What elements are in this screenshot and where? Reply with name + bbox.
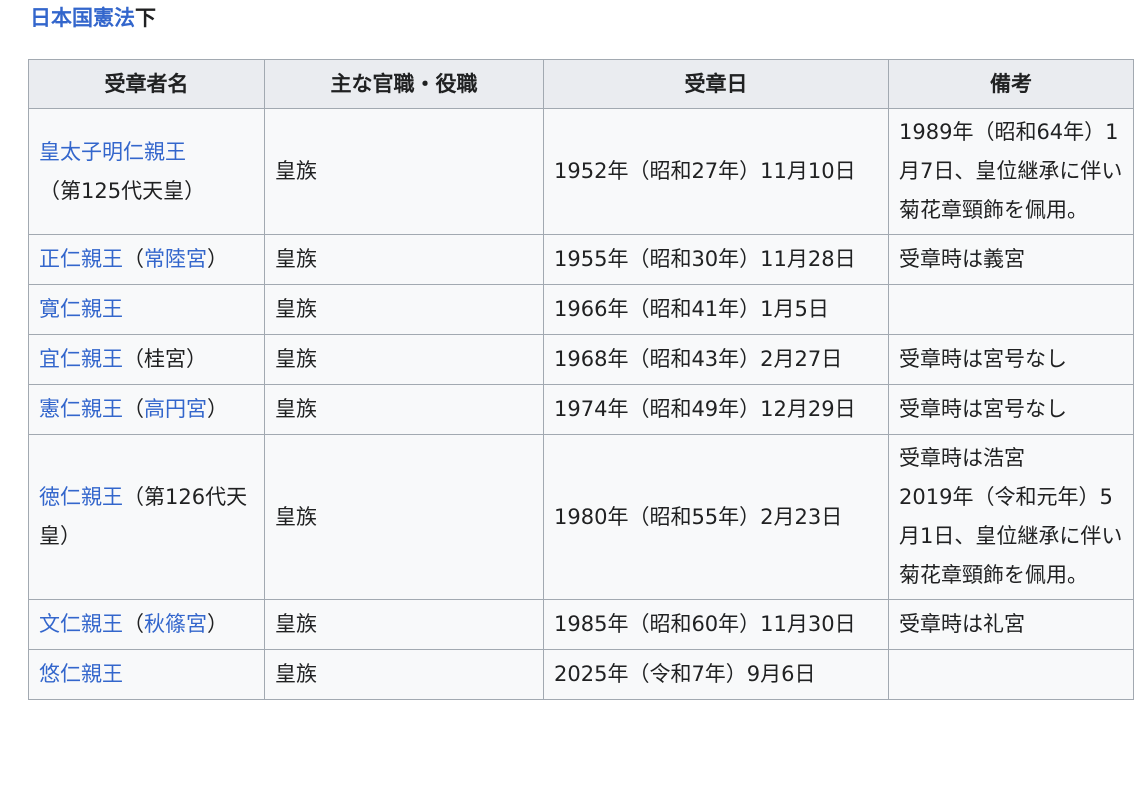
recipient-link[interactable]: 徳仁親王 — [39, 485, 123, 509]
recipients-table: 受章者名 主な官職・役職 受章日 備考 皇太子明仁親王 （第125代天皇） 皇族… — [28, 59, 1134, 700]
header-recipient: 受章者名 — [28, 59, 265, 109]
house-link[interactable]: 秋篠宮 — [144, 612, 207, 636]
recipient-link[interactable]: 憲仁親王 — [39, 397, 123, 421]
recipient-link[interactable]: 正仁親王 — [39, 247, 123, 271]
cell-role: 皇族 — [264, 599, 544, 650]
table-row: 皇太子明仁親王 （第125代天皇） 皇族 1952年（昭和27年）11月10日 … — [28, 108, 1134, 235]
cell-role: 皇族 — [264, 649, 544, 700]
name-paren: （ — [123, 612, 144, 636]
recipient-link[interactable]: 皇太子明仁親王 — [39, 140, 186, 164]
name-paren: ） — [207, 247, 228, 271]
cell-name: 文仁親王（秋篠宮） — [28, 599, 265, 650]
cell-date: 1985年（昭和60年）11月30日 — [543, 599, 889, 650]
cell-role: 皇族 — [264, 234, 544, 285]
cell-note: 1989年（昭和64年）1月7日、皇位継承に伴い菊花章頸飾を佩用。 — [888, 108, 1134, 235]
cell-role: 皇族 — [264, 108, 544, 235]
cell-name: 皇太子明仁親王 （第125代天皇） — [28, 108, 265, 235]
cell-name: 悠仁親王 — [28, 649, 265, 700]
table-row: 宜仁親王（桂宮） 皇族 1968年（昭和43年）2月27日 受章時は宮号なし — [28, 334, 1134, 385]
name-suffix: （桂宮） — [123, 347, 207, 371]
cell-note: 受章時は浩宮 2019年（令和元年）5月1日、皇位継承に伴い菊花章頸飾を佩用。 — [888, 434, 1134, 600]
cell-role: 皇族 — [264, 434, 544, 600]
heading-suffix: 下 — [135, 6, 156, 30]
recipient-link[interactable]: 悠仁親王 — [39, 662, 123, 686]
table-header-row: 受章者名 主な官職・役職 受章日 備考 — [28, 59, 1134, 109]
note-line: 受章時は浩宮 — [899, 446, 1025, 470]
constitution-link[interactable]: 日本国憲法 — [30, 6, 135, 30]
name-paren: （ — [123, 397, 144, 421]
recipient-link[interactable]: 文仁親王 — [39, 612, 123, 636]
cell-role: 皇族 — [264, 384, 544, 435]
table-row: 文仁親王（秋篠宮） 皇族 1985年（昭和60年）11月30日 受章時は礼宮 — [28, 599, 1134, 650]
table-row: 悠仁親王 皇族 2025年（令和7年）9月6日 — [28, 649, 1134, 700]
cell-note: 受章時は義宮 — [888, 234, 1134, 285]
cell-date: 1968年（昭和43年）2月27日 — [543, 334, 889, 385]
cell-date: 1955年（昭和30年）11月28日 — [543, 234, 889, 285]
cell-note: 受章時は宮号なし — [888, 334, 1134, 385]
house-link[interactable]: 常陸宮 — [144, 247, 207, 271]
header-date: 受章日 — [543, 59, 889, 109]
cell-name: 徳仁親王（第126代天皇） — [28, 434, 265, 600]
header-remarks: 備考 — [888, 59, 1134, 109]
cell-name: 寛仁親王 — [28, 284, 265, 335]
recipient-link[interactable]: 宜仁親王 — [39, 347, 123, 371]
cell-note: 受章時は宮号なし — [888, 384, 1134, 435]
name-paren: ） — [207, 397, 228, 421]
table-row: 正仁親王（常陸宮） 皇族 1955年（昭和30年）11月28日 受章時は義宮 — [28, 234, 1134, 285]
cell-name: 正仁親王（常陸宮） — [28, 234, 265, 285]
cell-role: 皇族 — [264, 284, 544, 335]
cell-date: 2025年（令和7年）9月6日 — [543, 649, 889, 700]
cell-date: 1952年（昭和27年）11月10日 — [543, 108, 889, 235]
cell-note — [888, 284, 1134, 335]
name-paren: ） — [207, 612, 228, 636]
name-suffix: （第125代天皇） — [39, 178, 206, 203]
cell-date: 1974年（昭和49年）12月29日 — [543, 384, 889, 435]
cell-date: 1980年（昭和55年）2月23日 — [543, 434, 889, 600]
recipient-link[interactable]: 寛仁親王 — [39, 297, 123, 321]
table-row: 徳仁親王（第126代天皇） 皇族 1980年（昭和55年）2月23日 受章時は浩… — [28, 434, 1134, 600]
header-position: 主な官職・役職 — [264, 59, 544, 109]
cell-name: 宜仁親王（桂宮） — [28, 334, 265, 385]
table-row: 憲仁親王（高円宮） 皇族 1974年（昭和49年）12月29日 受章時は宮号なし — [28, 384, 1134, 435]
section-heading: 日本国憲法下 — [30, 2, 156, 34]
cell-role: 皇族 — [264, 334, 544, 385]
cell-date: 1966年（昭和41年）1月5日 — [543, 284, 889, 335]
cell-note — [888, 649, 1134, 700]
cell-note: 受章時は礼宮 — [888, 599, 1134, 650]
note-line: 2019年（令和元年）5月1日、皇位継承に伴い菊花章頸飾を佩用。 — [899, 485, 1123, 587]
name-paren: （ — [123, 247, 144, 271]
house-link[interactable]: 高円宮 — [144, 397, 207, 421]
cell-name: 憲仁親王（高円宮） — [28, 384, 265, 435]
table-row: 寛仁親王 皇族 1966年（昭和41年）1月5日 — [28, 284, 1134, 335]
